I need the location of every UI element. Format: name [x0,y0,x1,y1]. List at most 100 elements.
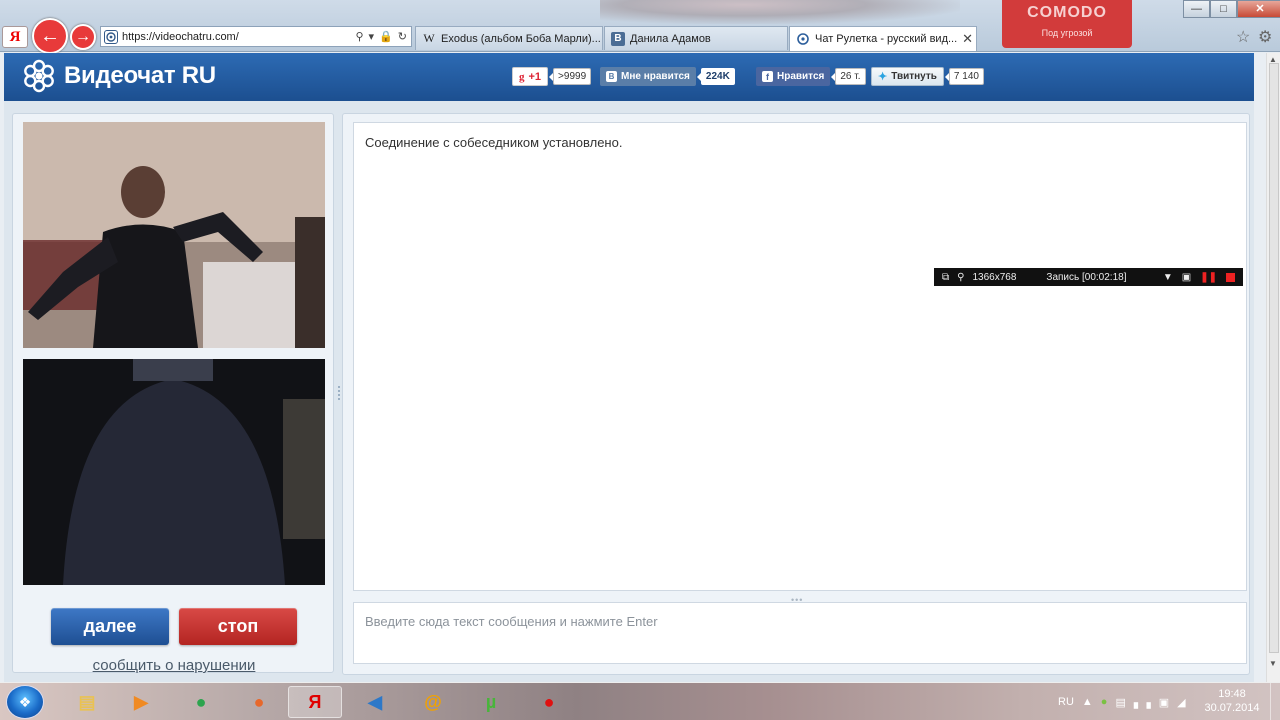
browser-chrome: COMODO Под угрозой — □ ✕ Я ← → https://v… [0,0,1280,54]
pause-icon[interactable]: ❚❚ [1200,272,1217,283]
yandex-browser-app[interactable]: Я [288,686,342,718]
message-input[interactable] [353,602,1247,664]
logo-title: Видеочат RU [64,62,216,89]
wikipedia-icon: W [423,31,435,45]
chat-panel: Соединение с собеседником установлено. •… [342,113,1250,675]
zoom-icon[interactable]: ⚲ [957,272,964,283]
report-violation-link[interactable]: сообщить о нарушении [13,657,335,674]
tray-expand-icon[interactable]: ▲ [1082,696,1093,708]
gplus-button[interactable]: g +1 [512,67,549,86]
comodo-sublabel: Под угрозой [1041,28,1093,38]
monitor-icon[interactable]: ▣ [1159,696,1169,709]
show-desktop-button[interactable] [1270,683,1280,720]
close-window-button[interactable]: ✕ [1237,0,1280,18]
vk-like-button[interactable]: B Мне нравится [600,67,696,86]
language-indicator[interactable]: RU [1058,696,1074,708]
local-video-frame [23,359,325,585]
remote-video-frame [23,122,325,348]
camera-icon[interactable]: ▣ [1182,272,1191,283]
recorder-app-icon: ● [543,691,555,712]
chat-log: Соединение с собеседником установлено. [353,122,1247,591]
fb-like-label: Нравится [777,71,825,82]
fb-share: f Нравится 26 т. [756,67,866,86]
close-tab-icon[interactable]: ✕ [962,31,973,47]
chrome-app[interactable]: ● [174,686,228,718]
address-bar[interactable]: https://videochatru.com/ ⚲ ▾ 🔒 ↻ [100,26,412,47]
vk-icon: B [606,71,617,82]
device-icon[interactable]: ▤ [1115,696,1125,709]
mail-agent-app[interactable]: @ [406,686,460,718]
favorites-star-icon[interactable]: ☆ [1236,27,1250,47]
tab-exodus[interactable]: W Exodus (альбом Боба Марли)... [415,26,603,50]
facebook-icon: f [762,71,773,82]
recorder-status: Запись [00:02:18] [1046,271,1127,283]
remote-video [23,122,325,348]
tweet-button[interactable]: ✦ Твитнуть [871,67,944,86]
vk-share: B Мне нравится 224K [600,67,735,86]
lock-icon[interactable]: 🔒 [379,30,393,43]
address-url[interactable]: https://videochatru.com/ [122,31,355,43]
gplus-count: >9999 [549,68,592,85]
nvidia-icon[interactable]: ● [1101,696,1108,708]
explorer-app[interactable]: ▤ [60,686,114,718]
gear-icon[interactable]: ⚙ [1258,27,1272,47]
tab-label: Данила Адамов [630,32,711,45]
scroll-down-icon[interactable]: ▼ [1269,659,1277,668]
tab-videochat[interactable]: Чат Рулетка - русский вид... ✕ [789,26,977,51]
recorder-resolution: 1366x768 [972,271,1017,283]
explorer-app-icon: ▤ [78,691,96,712]
site-logo[interactable]: Видеочат RU [22,59,216,93]
twitter-share: ✦ Твитнуть 7 140 [871,67,984,86]
recorder-app[interactable]: ● [522,686,576,718]
gplus-share: g +1 >9999 [512,67,592,86]
arrow-left-icon: ← [40,25,60,47]
speaker-icon[interactable]: ◢ [1177,696,1185,709]
background-image-blur [600,0,960,24]
site-favicon-icon [104,29,118,44]
page-scrollbar[interactable]: ▲ ▼ [1266,53,1280,682]
site-header: Видеочат RU g +1 >9999 B Мне нравится 224K… [4,53,1254,101]
arrow-right-icon: → [75,28,91,45]
minimize-button[interactable]: — [1183,0,1210,18]
utorrent-app-icon: µ [485,691,497,712]
clock[interactable]: 19:48 30.07.2014 [1196,687,1268,715]
maximize-button[interactable]: □ [1210,0,1237,18]
stop-button[interactable]: стоп [179,608,297,645]
video-panel: далее стоп сообщить о нарушении [12,113,335,674]
firefox-app[interactable]: ● [232,686,286,718]
stop-record-icon[interactable] [1226,272,1235,282]
back-button[interactable]: ← [32,18,68,54]
tab-vk-profile[interactable]: B Данила Адамов [604,26,788,50]
tab-label: Exodus (альбом Боба Марли)... [441,32,601,45]
next-button[interactable]: далее [51,608,169,645]
dropdown-icon[interactable]: ▾ [369,30,375,43]
chrome-app-icon: ● [195,691,207,712]
vk-like-label: Мне нравится [621,71,690,82]
page-body: далее стоп сообщить о нарушении Соединен… [4,101,1254,685]
tab-label: Чат Рулетка - русский вид... [815,33,958,45]
refresh-icon[interactable]: ↻ [398,30,407,43]
search-icon[interactable]: ⚲ [355,30,363,43]
firefox-app-icon: ● [253,691,265,712]
forward-button[interactable]: → [70,24,96,50]
network-icon[interactable]: ▖▗ [1134,696,1151,709]
local-camera-video [23,359,325,585]
window-mode-icon[interactable]: ⧉ [942,272,949,283]
media-player-app-icon: ▶ [134,691,148,712]
volume-app[interactable]: ◀ [348,686,402,718]
volume-app-icon: ◀ [368,691,382,712]
clock-date: 30.07.2014 [1204,702,1260,714]
utorrent-app[interactable]: µ [464,686,518,718]
start-button[interactable]: ❖ [6,685,44,719]
clock-time: 19:48 [1218,688,1246,700]
vk-like-count: 224K [696,68,735,85]
fb-like-button[interactable]: f Нравится [756,67,831,86]
dropdown-arrow-icon[interactable]: ▼ [1163,272,1173,283]
logo-flower-icon [24,59,54,93]
comodo-widget[interactable]: COMODO Под угрозой [1002,0,1132,48]
yandex-logo[interactable]: Я [2,26,28,48]
vk-icon: B [611,31,625,46]
media-player-app[interactable]: ▶ [114,686,168,718]
scrollbar-thumb[interactable] [1269,63,1279,653]
window-controls: — □ ✕ [1183,0,1280,18]
